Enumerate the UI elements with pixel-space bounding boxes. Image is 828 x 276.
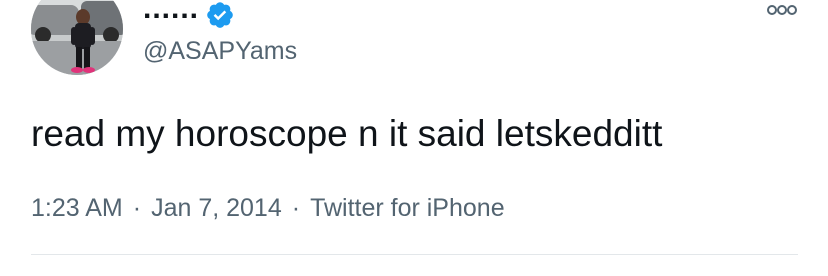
display-name[interactable]: ......	[143, 0, 199, 24]
meta-separator: ·	[291, 194, 301, 222]
avatar[interactable]	[31, 0, 123, 75]
tweet-metadata: 1:23 AM · Jan 7, 2014 · Twitter for iPhone	[31, 193, 505, 223]
tweet-text: read my horoscope n it said letskedditt	[31, 113, 663, 154]
tweet-source[interactable]: Twitter for iPhone	[310, 194, 505, 222]
tweet-date[interactable]: Jan 7, 2014	[151, 194, 282, 222]
tweet-card[interactable]: ...... @ASAPYams read my horoscope n it …	[0, 0, 828, 276]
meta-separator: ·	[132, 194, 142, 222]
user-handle[interactable]: @ASAPYams	[143, 37, 297, 65]
more-options-icon[interactable]	[766, 3, 798, 17]
verified-badge-icon	[207, 2, 233, 28]
divider	[31, 254, 798, 255]
tweet-time[interactable]: 1:23 AM	[31, 194, 123, 222]
avatar-photo-icon	[31, 0, 123, 75]
